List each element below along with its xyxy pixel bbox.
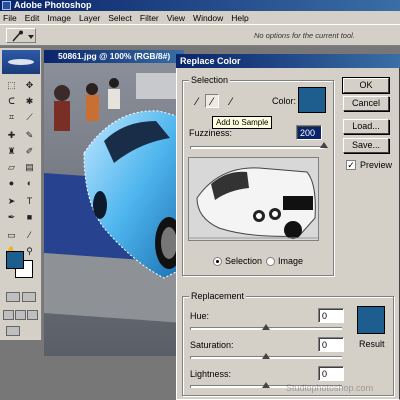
hue-slider-thumb[interactable] [262,324,270,330]
load-button[interactable]: Load... [343,119,389,134]
saturation-field[interactable]: 0 [318,337,344,352]
subtract-from-sample-icon[interactable]: ⁄ [224,95,238,109]
eyedropper-icon[interactable]: ⁄ [190,95,204,109]
eyedropper-icon [12,30,34,42]
dialog-title: Replace Color [176,54,400,68]
result-label: Result [359,339,385,349]
menubar: File Edit Image Layer Select Filter View… [0,11,400,24]
zoom-tool-icon[interactable]: ⚲ [22,244,37,258]
selection-group-label: Selection [189,75,231,85]
ok-button[interactable]: OK [342,77,390,94]
clone-stamp-tool-icon[interactable]: ♜ [4,144,19,158]
menu-image[interactable]: Image [47,13,71,23]
type-tool-icon[interactable]: T [22,194,37,208]
menu-select[interactable]: Select [108,13,132,23]
screen-mode-standard-icon[interactable] [3,310,14,320]
options-bar: No options for the current tool. [0,24,400,46]
shape-tool-icon[interactable]: ■ [22,210,37,224]
color-label: Color: [272,96,297,106]
hue-label: Hue: [190,311,210,321]
saturation-label: Saturation: [190,340,234,350]
save-button[interactable]: Save... [343,138,389,153]
menu-file[interactable]: File [3,13,17,23]
brush-tool-icon[interactable]: ✎ [22,128,37,142]
saturation-slider-thumb[interactable] [262,353,270,359]
screen-mode-full-icon[interactable] [27,310,38,320]
crop-tool-icon[interactable]: ⌗ [4,110,19,124]
quick-mask-mode-icon[interactable] [22,292,36,302]
selection-color-swatch[interactable] [298,87,326,113]
menu-view[interactable]: View [167,13,185,23]
toolbox-logo-icon[interactable] [2,50,40,74]
watermark: Studiophotoshop.com [286,383,374,393]
document-canvas[interactable] [44,63,184,356]
notes-tool-icon[interactable]: ▭ [4,228,19,242]
fuzziness-slider[interactable] [190,146,324,149]
image-radio-label: Image [278,256,304,266]
tool-preset-picker[interactable] [6,28,36,43]
document-title: 50861.jpg @ 100% (RGB/8#) [44,50,184,63]
gradient-tool-icon[interactable]: ▤ [22,160,37,174]
screen-mode-full-menu-icon[interactable] [15,310,26,320]
slice-tool-icon[interactable]: ⟋ [22,110,37,124]
add-to-sample-icon[interactable]: ⁄ [205,94,219,108]
path-selection-tool-icon[interactable]: ➤ [4,194,19,208]
menu-filter[interactable]: Filter [140,13,159,23]
replacement-group-label: Replacement [189,291,247,301]
lasso-tool-icon[interactable]: ᑕ [4,94,19,108]
dodge-tool-icon[interactable]: ◐ [22,176,37,190]
menu-edit[interactable]: Edit [25,13,40,23]
move-tool-icon[interactable]: ✥ [22,78,37,92]
cancel-button[interactable]: Cancel [343,96,389,111]
preview-label: Preview [360,160,393,170]
fuzziness-label: Fuzziness: [189,128,233,138]
lightness-field[interactable]: 0 [318,366,344,381]
app-titlebar: Adobe Photoshop [0,0,400,11]
history-brush-tool-icon[interactable]: ✐ [22,144,37,158]
menu-window[interactable]: Window [193,13,223,23]
image-radio[interactable] [266,257,275,266]
selection-radio[interactable] [213,257,222,266]
foreground-color-swatch[interactable] [6,251,24,269]
fuzziness-slider-thumb[interactable] [320,142,328,148]
result-color-swatch[interactable] [357,306,385,334]
eraser-tool-icon[interactable]: ▱ [4,160,19,174]
car-photo [44,63,184,356]
lightness-slider-thumb[interactable] [262,382,270,388]
pen-tool-icon[interactable]: ✒ [4,210,19,224]
selection-mask-image [189,158,318,240]
hue-field[interactable]: 0 [318,308,344,323]
selection-radio-label: Selection [225,256,263,266]
magic-wand-tool-icon[interactable]: ✱ [22,94,37,108]
options-hint: No options for the current tool. [254,31,355,40]
preview-checkbox[interactable]: ✓ [346,160,356,170]
blur-tool-icon[interactable]: ● [4,176,19,190]
app-title: Adobe Photoshop [14,0,92,10]
photoshop-logo-icon [2,1,11,10]
selection-preview [188,157,319,241]
lightness-label: Lightness: [190,369,232,379]
jump-to-imageready-icon[interactable] [6,326,20,336]
fuzziness-field[interactable]: 200 [296,125,322,140]
marquee-tool-icon[interactable]: ⬚ [4,78,19,92]
eyedropper-tool-icon[interactable]: ⁄ [22,228,37,242]
healing-brush-tool-icon[interactable]: ✚ [4,128,19,142]
menu-help[interactable]: Help [231,13,248,23]
standard-mode-icon[interactable] [6,292,20,302]
menu-layer[interactable]: Layer [79,13,100,23]
